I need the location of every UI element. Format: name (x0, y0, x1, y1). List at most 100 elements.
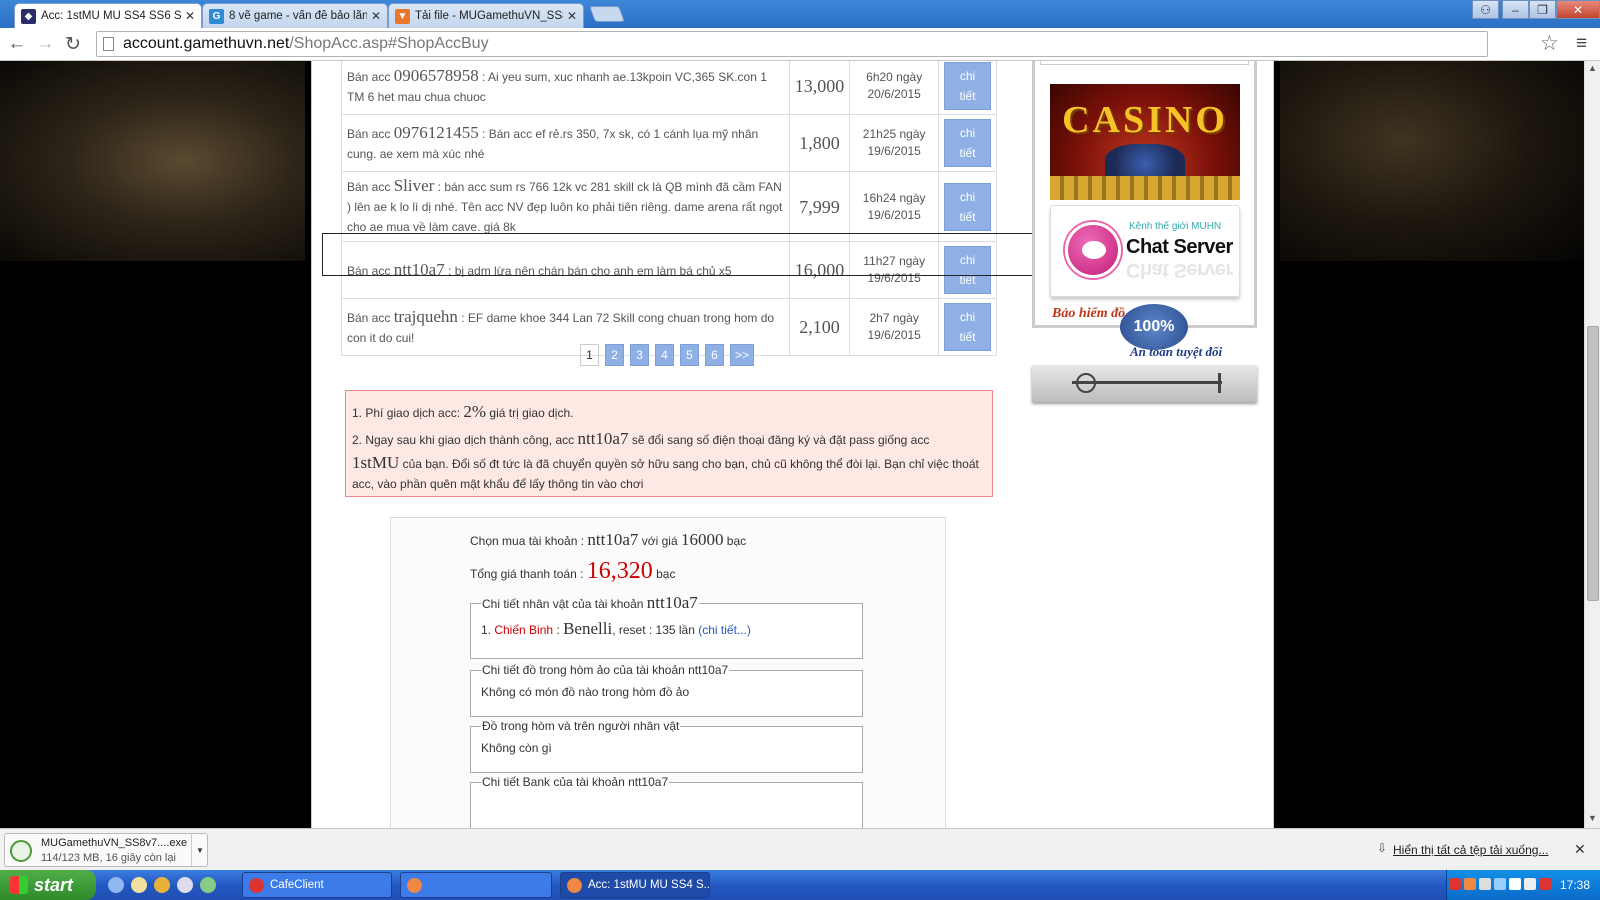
tab-title: Acc: 1stMU MU SS4 SS6 SS8 (41, 10, 181, 22)
user-icon[interactable]: ⚇ (1472, 0, 1499, 19)
reload-icon[interactable]: ↻ (62, 33, 84, 55)
pagination: 1 2 3 4 5 6 >> (580, 344, 755, 366)
restore-button[interactable]: ❐ (1529, 0, 1556, 19)
task-chrome-window[interactable] (400, 872, 552, 898)
tray-icon[interactable] (1539, 878, 1551, 890)
page-button[interactable]: 3 (630, 344, 649, 366)
inventory-text: Không còn gì (481, 741, 552, 755)
page-button[interactable]: 6 (705, 344, 724, 366)
chevron-down-icon[interactable]: ▼ (191, 834, 208, 866)
vault-details: Chi tiết đồ trong hòm ảo của tài khoản n… (470, 663, 863, 717)
page-next-button[interactable]: >> (730, 344, 755, 366)
close-tab-icon[interactable]: ✕ (567, 9, 577, 23)
page-button[interactable]: 2 (605, 344, 624, 366)
close-window-button[interactable]: ✕ (1556, 0, 1600, 19)
account-nick: trajquehn (393, 306, 458, 326)
task-chrome-active[interactable]: Acc: 1stMU MU SS4 S... (560, 872, 710, 898)
detail-button[interactable]: chi tiết (944, 119, 991, 167)
network-icon[interactable] (1524, 878, 1536, 890)
inventory-details: Đồ trong hòm và trên người nhân vật Khôn… (470, 719, 863, 773)
url-path: /ShopAcc.asp#ShopAccBuy (289, 35, 489, 52)
task-cafeclient[interactable]: CafeClient (242, 872, 392, 898)
page-button[interactable]: 1 (580, 344, 599, 366)
notice-line-2: 2. Ngay sau khi giao dịch thành công, ac… (352, 429, 930, 448)
quicklaunch-explorer-icon[interactable] (131, 877, 147, 893)
bookmark-star-icon[interactable]: ☆ (1540, 31, 1559, 56)
page-icon (103, 37, 114, 51)
detail-button[interactable]: chi tiết (944, 182, 991, 231)
transaction-notice: 1. Phí giao dịch acc: 2% giá trị giao dị… (345, 390, 993, 497)
vault-legend: Chi tiết đồ trong hòm ảo của tài khoản n… (482, 663, 729, 677)
forward-icon[interactable]: → (34, 33, 56, 55)
tray-icon[interactable] (1449, 878, 1461, 890)
casino-logo-text: CASINO (1062, 99, 1228, 141)
tab-strip: ◆ Acc: 1stMU MU SS4 SS6 SS8 ✕ G 8 vẽ gam… (0, 0, 1600, 28)
menu-icon[interactable]: ≡ (1576, 33, 1587, 55)
minimize-button[interactable]: – (1502, 0, 1529, 19)
detail-button[interactable]: chi tiết (944, 246, 991, 294)
tab-acc-shop[interactable]: ◆ Acc: 1stMU MU SS4 SS6 SS8 ✕ (14, 3, 202, 28)
download-status: 114/123 MB, 16 giây còn lại (41, 852, 176, 864)
account-row: Bán acc 0906578958 : Ai yeu sum, xuc nha… (341, 61, 997, 115)
main-content: Bán acc 0906578958 : Ai yeu sum, xuc nha… (311, 61, 1274, 828)
address-bar[interactable]: account.gamethuvn.net/ShopAcc.asp#ShopAc… (96, 31, 1488, 57)
account-nick: Sliver (393, 176, 435, 195)
volume-icon[interactable] (1509, 878, 1521, 890)
insurance-badge[interactable]: Bảo hiểm đồ 100% An toàn tuyệt đối (1052, 304, 1242, 364)
new-tab-button[interactable] (589, 6, 625, 22)
account-description: Bán acc 0906578958 : Ai yeu sum, xuc nha… (341, 61, 790, 115)
character-detail-link[interactable]: (chi tiết...) (698, 623, 751, 637)
account-list-table: Bán acc 0906578958 : Ai yeu sum, xuc nha… (341, 61, 997, 356)
tray-icon[interactable] (1494, 878, 1506, 890)
show-all-downloads-link[interactable]: Hiển thị tất cả tệp tải xuống... (1393, 843, 1548, 857)
choose-account-line: Chọn mua tài khoản : ntt10a7 với giá 160… (470, 530, 747, 549)
download-item[interactable]: MUGamethuVN_SS8v7....exe 114/123 MB, 16 … (4, 833, 208, 867)
download-favicon-icon: ▼ (395, 8, 410, 24)
cafeclient-icon (249, 877, 264, 893)
casino-banner[interactable]: CASINO (1050, 84, 1240, 200)
tab-title: 8 vẽ game - vấn đề bảo lãnh (229, 10, 367, 22)
account-action: chi tiết (938, 114, 997, 172)
start-button[interactable]: start (0, 870, 96, 900)
tray-icon[interactable] (1479, 878, 1491, 890)
account-row: Bán acc ntt10a7 : bị adm lừa nên chán bá… (341, 241, 997, 299)
account-action: chi tiết (938, 61, 997, 115)
page-scrollbar[interactable]: ▲ ▼ (1584, 61, 1600, 828)
account-date: 11h27 ngày 19/6/2015 (849, 241, 940, 299)
tray-icon[interactable] (1464, 878, 1476, 890)
account-price: 13,000 (788, 61, 851, 115)
scroll-thumb[interactable] (1587, 326, 1599, 601)
scroll-down-icon[interactable]: ▼ (1588, 813, 1597, 823)
clock: 17:38 (1560, 878, 1591, 892)
chat-server-banner[interactable]: Kênh thế giới MUHN Chat Server Chat Serv… (1050, 205, 1240, 297)
download-arrow-icon: ⇩ (1377, 841, 1388, 855)
page-button[interactable]: 5 (680, 344, 699, 366)
detail-button[interactable]: chi tiết (944, 303, 991, 351)
quicklaunch-chrome-icon[interactable] (154, 877, 170, 893)
account-price: 1,800 (788, 114, 851, 172)
account-nick: 0976121455 (393, 122, 479, 142)
close-shelf-icon[interactable]: ✕ (1574, 841, 1586, 858)
back-icon[interactable]: ← (6, 33, 28, 55)
quicklaunch-ie-icon[interactable] (108, 877, 124, 893)
close-tab-icon[interactable]: ✕ (371, 9, 381, 23)
download-shelf: MUGamethuVN_SS8v7....exe 114/123 MB, 16 … (0, 828, 1600, 870)
character-legend: Chi tiết nhân vật của tài khoản ntt10a7 (482, 593, 698, 612)
scroll-up-icon[interactable]: ▲ (1588, 63, 1597, 73)
account-date: 2h7 ngày 19/6/2015 (849, 298, 940, 356)
tab-download-file[interactable]: ▼ Tải file - MUGamethuVN_SS8 ✕ (388, 3, 584, 28)
quicklaunch-media-icon[interactable] (177, 877, 193, 893)
bank-legend: Chi tiết Bank của tài khoản ntt10a7 (482, 775, 669, 789)
g-favicon-icon: G (209, 8, 224, 24)
account-date: 16h24 ngày 19/6/2015 (849, 171, 940, 242)
casino-coins (1050, 176, 1240, 200)
page-button[interactable]: 4 (655, 344, 674, 366)
quicklaunch-app-icon[interactable] (200, 877, 216, 893)
account-row: Bán acc 0976121455 : Bán acc ef rẻ.rs 35… (341, 114, 997, 172)
detail-button[interactable]: chi tiết (944, 62, 991, 110)
account-price: 2,100 (788, 298, 851, 356)
close-tab-icon[interactable]: ✕ (185, 9, 195, 23)
tab-title: Tải file - MUGamethuVN_SS8 (415, 10, 563, 22)
vault-text: Không có món đồ nào trong hòm đồ ảo (481, 685, 690, 699)
tab-game-article[interactable]: G 8 vẽ game - vấn đề bảo lãnh ✕ (202, 3, 388, 28)
